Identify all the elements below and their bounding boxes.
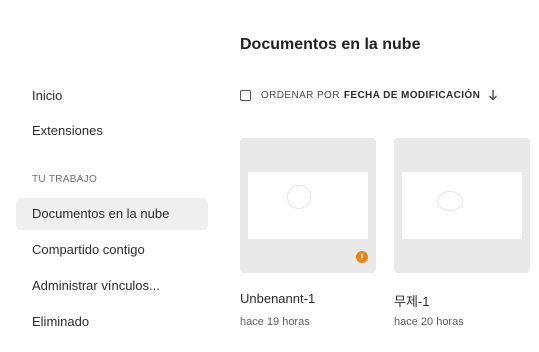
sort-field-button[interactable]: FECHA DE MODIFICACIÓN <box>344 90 480 101</box>
sort-bar: ORDENAR POR FECHA DE MODIFICACIÓN <box>240 86 498 104</box>
warning-icon: ! <box>356 251 368 263</box>
circle-shape <box>287 185 311 209</box>
sidebar-section-label: TU TRABAJO <box>32 174 98 185</box>
document-card[interactable]: ! Unbenannt-1 hace 19 horas <box>240 138 376 328</box>
sidebar-item-extensiones[interactable]: Extensiones <box>16 115 208 147</box>
document-thumbnail[interactable] <box>394 138 530 273</box>
document-name[interactable]: 무제-1 <box>394 291 429 310</box>
document-preview <box>402 172 522 239</box>
sidebar-item-inicio[interactable]: Inicio <box>16 80 208 112</box>
sidebar-item-compartido-contigo[interactable]: Compartido contigo <box>16 234 208 266</box>
circle-shape <box>437 191 463 211</box>
document-preview <box>248 172 368 239</box>
sidebar-item-eliminado[interactable]: Eliminado <box>16 306 208 338</box>
document-modified-time: hace 19 horas <box>240 316 310 328</box>
sidebar-item-administrar-vinculos[interactable]: Administrar vínculos... <box>16 270 208 302</box>
document-thumbnail[interactable]: ! <box>240 138 376 273</box>
select-all-checkbox[interactable] <box>240 89 251 101</box>
document-card[interactable]: 무제-1 hace 20 horas <box>394 138 530 328</box>
sidebar: Inicio Extensiones TU TRABAJO Documentos… <box>0 0 222 352</box>
document-modified-time: hace 20 horas <box>394 316 464 328</box>
sidebar-item-documentos-en-la-nube[interactable]: Documentos en la nube <box>16 198 208 230</box>
sort-prefix-label: ORDENAR POR <box>261 89 340 101</box>
arrow-down-icon[interactable] <box>488 89 498 101</box>
page-title: Documentos en la nube <box>240 36 421 53</box>
main-content: Documentos en la nube ORDENAR POR FECHA … <box>240 0 539 352</box>
document-name[interactable]: Unbenannt-1 <box>240 291 315 306</box>
